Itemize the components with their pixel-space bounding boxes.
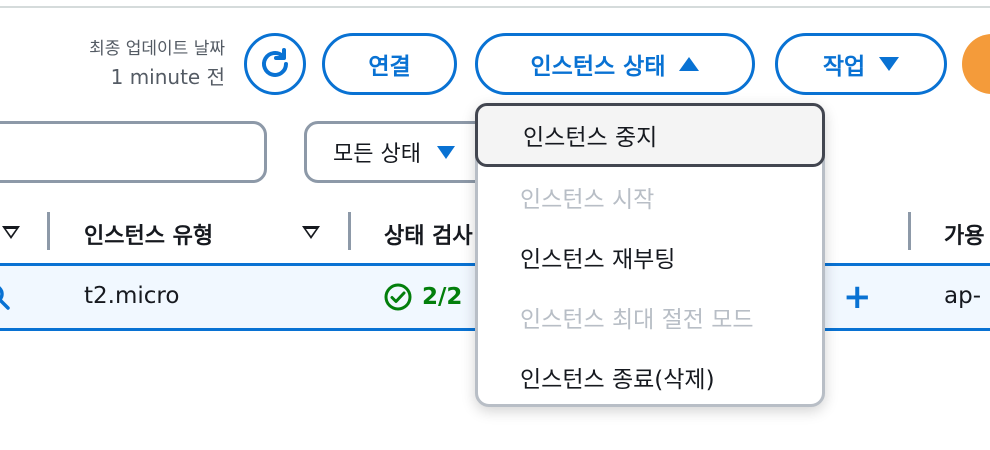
instance-type-cell: t2.micro: [84, 283, 180, 309]
connect-button[interactable]: 연결: [322, 33, 457, 95]
caret-down-icon: [879, 57, 900, 71]
last-updated: 최종 업데이트 날짜 1 minute 전: [89, 36, 225, 92]
column-divider[interactable]: [348, 212, 351, 250]
menu-item-reboot-instance[interactable]: 인스턴스 재부팅: [478, 228, 822, 286]
search-input[interactable]: [0, 121, 267, 183]
menu-item-terminate-instance[interactable]: 인스턴스 종료(삭제): [478, 348, 822, 406]
last-updated-label: 최종 업데이트 날짜: [89, 39, 225, 59]
column-header-instance-type[interactable]: 인스턴스 유형: [84, 218, 213, 250]
add-alarm-icon[interactable]: +: [843, 280, 872, 314]
menu-item-stop-instance[interactable]: 인스턴스 중지: [475, 103, 825, 167]
caret-up-icon: [679, 57, 700, 71]
actions-button[interactable]: 작업: [775, 33, 947, 95]
actions-label: 작업: [822, 54, 866, 80]
connect-label: 연결: [368, 54, 411, 80]
column-header-status-check[interactable]: 상태 검사: [384, 218, 473, 250]
launch-instance-button[interactable]: [962, 34, 990, 94]
last-updated-value: 1 minute 전: [110, 65, 225, 89]
column-header-availability-zone[interactable]: 가용: [944, 218, 984, 250]
sort-icon[interactable]: [302, 226, 320, 239]
instance-state-menu: 인스턴스 중지 인스턴스 시작 인스턴스 재부팅 인스턴스 최대 절전 모드 인…: [475, 103, 825, 407]
refresh-icon: [262, 48, 288, 77]
column-divider[interactable]: [908, 212, 911, 250]
refresh-button[interactable]: [244, 33, 306, 95]
menu-item-start-instance: 인스턴스 시작: [520, 187, 655, 213]
check-circle-icon: [384, 283, 412, 311]
state-filter-label: 모든 상태: [333, 142, 421, 167]
column-divider[interactable]: [47, 212, 50, 250]
instance-state-button[interactable]: 인스턴스 상태: [475, 33, 755, 95]
top-divider: [0, 6, 990, 8]
chevron-down-icon: [436, 145, 455, 159]
sort-icon[interactable]: [2, 226, 20, 239]
search-icon[interactable]: [0, 284, 12, 310]
status-check-value: 2/2: [422, 284, 463, 310]
instance-state-label: 인스턴스 상태: [530, 54, 666, 80]
menu-item-hibernate-instance: 인스턴스 최대 절전 모드: [520, 307, 754, 333]
status-check-cell: 2/2: [384, 283, 462, 311]
availability-zone-cell: ap-: [944, 283, 981, 309]
